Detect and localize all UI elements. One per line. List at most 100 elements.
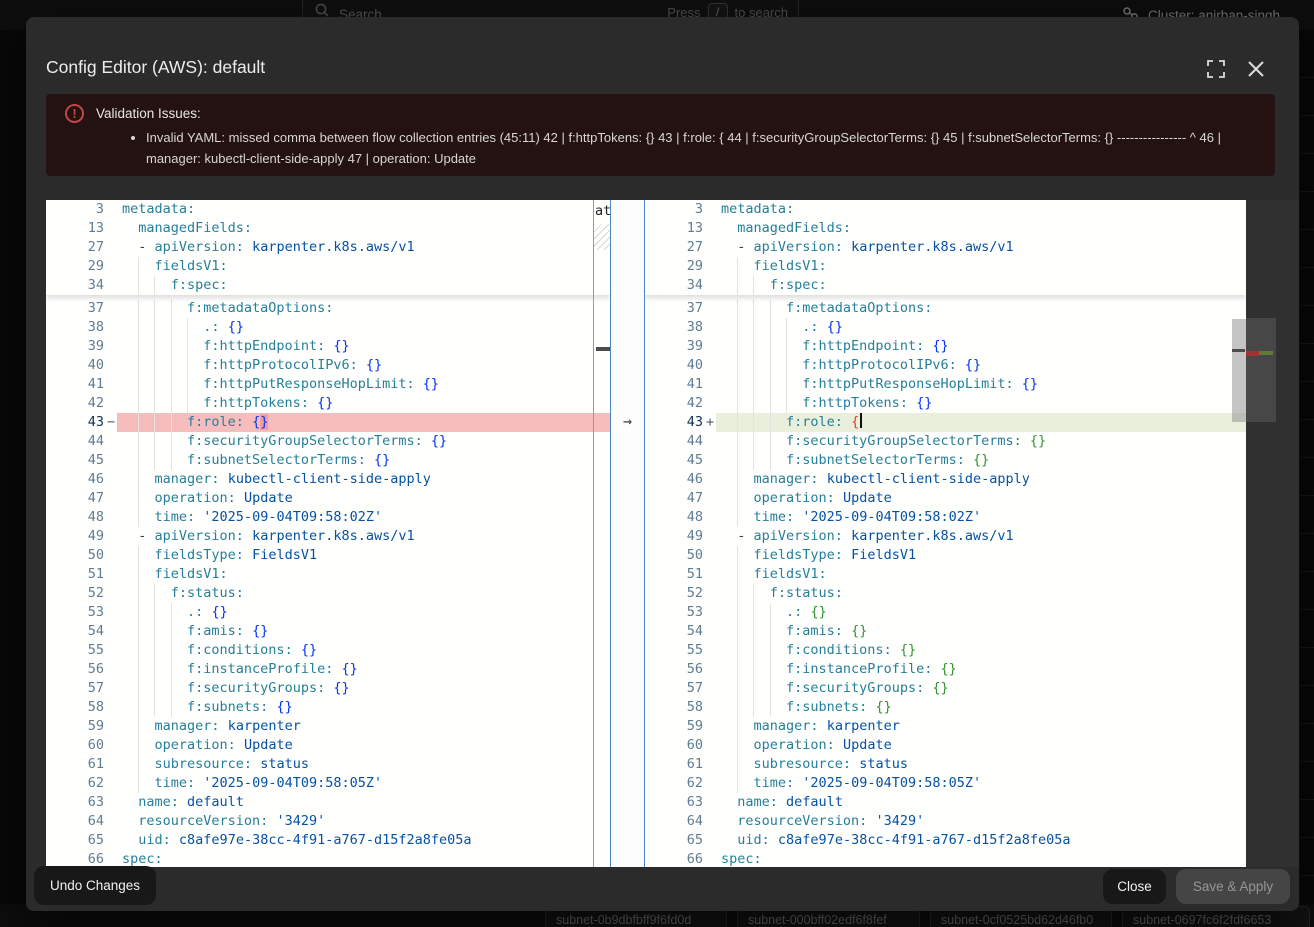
code-text: f:httpProtocolIPv6: {} <box>122 356 382 375</box>
code-line[interactable]: 65 uid: c8afe97e-38cc-4f91-a767-d15f2a8f… <box>46 831 610 850</box>
code-line[interactable]: 40 f:httpProtocolIPv6: {} <box>46 356 610 375</box>
code-line[interactable]: 27 - apiVersion: karpenter.k8s.aws/v1 <box>46 238 610 257</box>
scrollbar-slider[interactable] <box>1232 319 1246 422</box>
code-line[interactable]: 66spec: <box>645 850 1246 867</box>
code-line[interactable]: 48 time: '2025-09-04T09:58:02Z' <box>645 508 1246 527</box>
code-line[interactable]: 41 f:httpPutResponseHopLimit: {} <box>46 375 610 394</box>
sticky-scroll[interactable]: 3metadata:13 managedFields:27 - apiVersi… <box>645 200 1246 295</box>
code-line[interactable]: 64 resourceVersion: '3429' <box>645 812 1246 831</box>
code-line[interactable]: 61 subresource: status <box>645 755 1246 774</box>
code-line[interactable]: 41 f:httpPutResponseHopLimit: {} <box>645 375 1246 394</box>
code-line[interactable]: 3metadata: <box>645 200 1246 219</box>
revert-arrow-icon[interactable]: → <box>611 412 644 430</box>
code-line[interactable]: 42 f:httpTokens: {} <box>645 394 1246 413</box>
code-line[interactable]: 56 f:instanceProfile: {} <box>46 660 610 679</box>
code-line[interactable]: 57 f:securityGroups: {} <box>645 679 1246 698</box>
code-line[interactable]: 29 fieldsV1: <box>645 257 1246 276</box>
code-line[interactable]: 51 fieldsV1: <box>46 565 610 584</box>
code-line[interactable]: 52 f:status: <box>645 584 1246 603</box>
line-number: 49 <box>46 527 104 546</box>
fullscreen-icon[interactable] <box>1206 59 1228 81</box>
code-line[interactable]: 54 f:amis: {} <box>46 622 610 641</box>
code-text: f:httpEndpoint: {} <box>721 337 949 356</box>
undo-changes-button[interactable]: Undo Changes <box>34 866 156 905</box>
code-line[interactable]: 44 f:securityGroupSelectorTerms: {} <box>645 432 1246 451</box>
code-line[interactable]: 61 subresource: status <box>46 755 610 774</box>
code-line[interactable]: 50 fieldsType: FieldsV1 <box>46 546 610 565</box>
code-line[interactable]: 43+ f:role: { <box>645 413 1246 432</box>
code-line[interactable]: 48 time: '2025-09-04T09:58:02Z' <box>46 508 610 527</box>
code-line[interactable]: 45 f:subnetSelectorTerms: {} <box>645 451 1246 470</box>
code-line[interactable]: 34 f:spec: <box>46 276 610 295</box>
code-line[interactable]: 58 f:subnets: {} <box>46 698 610 717</box>
code-line[interactable]: 38 .: {} <box>645 318 1246 337</box>
code-line[interactable]: 58 f:subnets: {} <box>645 698 1246 717</box>
code-line[interactable]: 57 f:securityGroups: {} <box>46 679 610 698</box>
code-line[interactable]: 51 fieldsV1: <box>645 565 1246 584</box>
code-line[interactable]: 62 time: '2025-09-04T09:58:05Z' <box>645 774 1246 793</box>
code-line[interactable]: 46 manager: kubectl-client-side-apply <box>46 470 610 489</box>
code-line[interactable]: 56 f:instanceProfile: {} <box>645 660 1246 679</box>
code-text: f:status: <box>721 584 843 603</box>
code-line[interactable]: 59 manager: karpenter <box>46 717 610 736</box>
code-line[interactable]: 43− f:role: {} <box>46 413 610 432</box>
overview-slider[interactable] <box>1246 318 1276 422</box>
code-line[interactable]: 54 f:amis: {} <box>645 622 1246 641</box>
code-line[interactable]: 13 managedFields: <box>645 219 1246 238</box>
overview-mark-added <box>1259 351 1273 355</box>
code-line[interactable]: 42 f:httpTokens: {} <box>46 394 610 413</box>
code-line[interactable]: 27 - apiVersion: karpenter.k8s.aws/v1 <box>645 238 1246 257</box>
code-line[interactable]: 64 resourceVersion: '3429' <box>46 812 610 831</box>
code-line[interactable]: 44 f:securityGroupSelectorTerms: {} <box>46 432 610 451</box>
code-line[interactable]: 55 f:conditions: {} <box>645 641 1246 660</box>
code-line[interactable]: 40 f:httpProtocolIPv6: {} <box>645 356 1246 375</box>
code-line[interactable]: 60 operation: Update <box>46 736 610 755</box>
code-line[interactable]: 47 operation: Update <box>46 489 610 508</box>
line-number: 62 <box>46 774 104 793</box>
line-number: 64 <box>645 812 703 831</box>
close-button[interactable]: Close <box>1103 869 1166 904</box>
overview-mark-removed <box>1246 351 1259 356</box>
code-line[interactable]: 13 managedFields: <box>46 219 610 238</box>
code-line[interactable]: 60 operation: Update <box>645 736 1246 755</box>
code-line[interactable]: 47 operation: Update <box>645 489 1246 508</box>
line-number: 61 <box>46 755 104 774</box>
overview-ruler[interactable] <box>1246 200 1299 867</box>
code-line[interactable]: 65 uid: c8afe97e-38cc-4f91-a767-d15f2a8f… <box>645 831 1246 850</box>
code-line[interactable]: 52 f:status: <box>46 584 610 603</box>
code-line[interactable]: 29 fieldsV1: <box>46 257 610 276</box>
line-number: 27 <box>645 238 703 257</box>
code-line[interactable]: 49 - apiVersion: karpenter.k8s.aws/v1 <box>645 527 1246 546</box>
code-line[interactable]: 63 name: default <box>645 793 1246 812</box>
sticky-scroll[interactable]: 3metadata:13 managedFields:27 - apiVersi… <box>46 200 610 295</box>
modified-pane[interactable]: 37 f:metadataOptions:38 .: {}39 f:httpEn… <box>645 200 1246 867</box>
code-line[interactable]: 62 time: '2025-09-04T09:58:05Z' <box>46 774 610 793</box>
code-line[interactable]: 45 f:subnetSelectorTerms: {} <box>46 451 610 470</box>
code-line[interactable]: 46 manager: kubectl-client-side-apply <box>645 470 1246 489</box>
code-line[interactable]: 53 .: {} <box>46 603 610 622</box>
error-icon: ! <box>65 104 84 123</box>
code-text: .: {} <box>721 603 827 622</box>
code-line[interactable]: 37 f:metadataOptions: <box>46 299 610 318</box>
code-line[interactable]: 55 f:conditions: {} <box>46 641 610 660</box>
code-line[interactable]: 39 f:httpEndpoint: {} <box>46 337 610 356</box>
code-line[interactable]: 63 name: default <box>46 793 610 812</box>
validation-message: Invalid YAML: missed comma between flow … <box>146 127 1264 169</box>
save-apply-button[interactable]: Save & Apply <box>1176 869 1290 904</box>
line-number: 37 <box>46 299 104 318</box>
original-pane[interactable]: 37 f:metadataOptions:38 .: {}39 f:httpEn… <box>46 200 610 867</box>
code-line[interactable]: 49 - apiVersion: karpenter.k8s.aws/v1 <box>46 527 610 546</box>
code-line[interactable]: 38 .: {} <box>46 318 610 337</box>
code-line[interactable]: 50 fieldsType: FieldsV1 <box>645 546 1246 565</box>
code-text: spec: <box>122 850 163 867</box>
code-line[interactable]: 39 f:httpEndpoint: {} <box>645 337 1246 356</box>
code-line[interactable]: 66spec: <box>46 850 610 867</box>
code-line[interactable]: 37 f:metadataOptions: <box>645 299 1246 318</box>
close-icon[interactable] <box>1246 59 1268 81</box>
line-number: 47 <box>645 489 703 508</box>
code-line[interactable]: 3metadata: <box>46 200 610 219</box>
code-line[interactable]: 59 manager: karpenter <box>645 717 1246 736</box>
line-number: 59 <box>46 717 104 736</box>
code-line[interactable]: 53 .: {} <box>645 603 1246 622</box>
code-line[interactable]: 34 f:spec: <box>645 276 1246 295</box>
